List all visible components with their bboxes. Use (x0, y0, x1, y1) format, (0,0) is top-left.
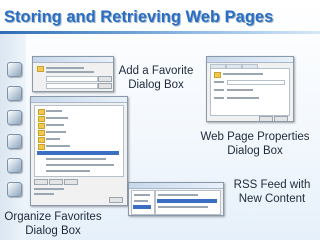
rss-feed-caption: RSS Feed with New Content (233, 179, 311, 205)
bullet-icon (7, 134, 22, 149)
bullet-icon (7, 62, 22, 77)
web-page-properties-caption: Web Page Properties Dialog Box (200, 131, 310, 157)
slide: Storing and Retrieving Web Pages Add a F… (0, 0, 320, 240)
web-page-properties-dialog-screenshot (206, 56, 294, 122)
add-favorite-caption: Add a Favorite Dialog Box (118, 65, 194, 91)
bullet-icon (7, 158, 22, 173)
bullet-icon (7, 110, 22, 125)
organize-favorites-caption: Organize Favorites Dialog Box (4, 211, 102, 237)
add-favorite-dialog-screenshot (32, 56, 114, 92)
page-icon (214, 72, 221, 78)
slide-title: Storing and Retrieving Web Pages (4, 8, 274, 26)
bullet-icon (7, 182, 22, 197)
bullet-icon (7, 86, 22, 101)
rss-feed-favorites-center-screenshot (128, 182, 224, 216)
organize-favorites-dialog-screenshot (30, 96, 128, 206)
star-icon (37, 66, 44, 72)
title-underline (0, 31, 320, 34)
